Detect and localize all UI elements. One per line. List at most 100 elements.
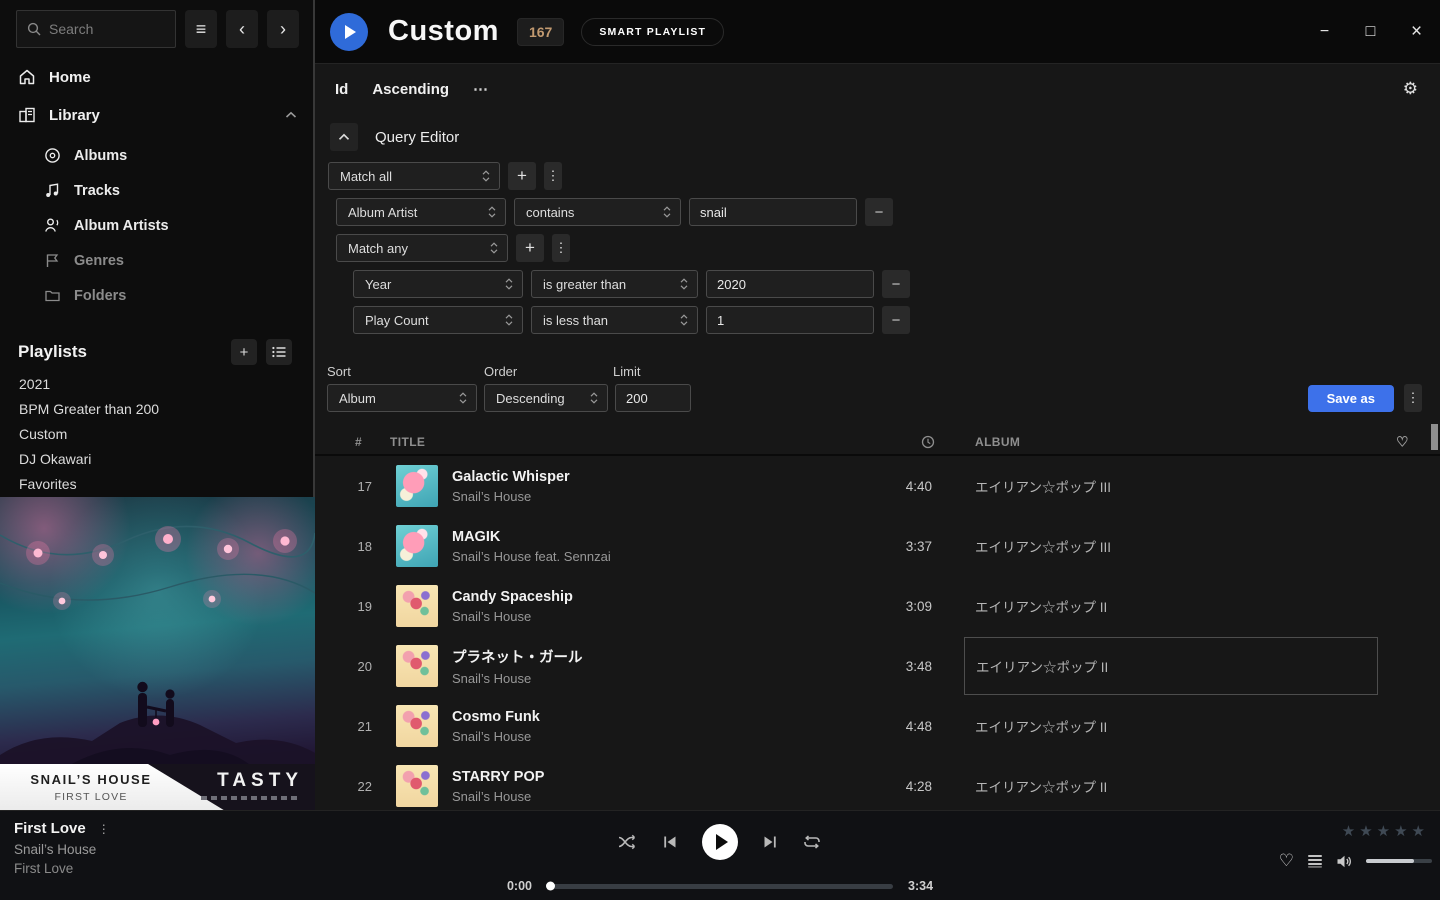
rule-value-input[interactable] xyxy=(689,198,857,226)
play-icon xyxy=(345,25,356,39)
playlist-list-button[interactable] xyxy=(266,339,292,365)
playlist-item-2021[interactable]: 2021 xyxy=(0,371,315,396)
track-album-cell[interactable]: エイリアン☆ポップ II xyxy=(964,576,1378,636)
rule-value-input[interactable] xyxy=(706,270,874,298)
play-pause-button[interactable] xyxy=(702,824,738,860)
track-duration: 4:40 xyxy=(882,479,932,494)
cover-label-sub-decoration xyxy=(201,796,301,800)
chevron-right-icon: › xyxy=(280,19,286,40)
table-row[interactable]: 18 MAGIK Snail’s House feat. Sennzai 3:3… xyxy=(315,516,1440,576)
match-mode-select[interactable]: Match all xyxy=(328,162,500,190)
shuffle-icon[interactable] xyxy=(618,834,638,850)
star-icon[interactable]: ★ xyxy=(1342,822,1355,840)
forward-button[interactable]: › xyxy=(267,10,299,48)
rule-operator-select[interactable]: is greater than xyxy=(531,270,698,298)
column-header-title[interactable]: TITLE xyxy=(390,435,425,449)
plus-icon: + xyxy=(240,344,249,361)
sidebar-item-tracks[interactable]: Tracks xyxy=(44,173,315,208)
column-header-number[interactable]: # xyxy=(355,435,362,449)
select-value: Match all xyxy=(340,169,392,184)
sidebar-item-library[interactable]: Library xyxy=(0,96,315,134)
close-button[interactable]: × xyxy=(1407,21,1426,43)
table-row[interactable]: 17 Galactic Whisper Snail’s House 4:40 エ… xyxy=(315,456,1440,516)
star-icon[interactable]: ★ xyxy=(1377,822,1390,840)
save-menu-button[interactable]: ⋮ xyxy=(1404,384,1422,412)
table-row[interactable]: 21 Cosmo Funk Snail’s House 4:48 エイリアン☆ポ… xyxy=(315,696,1440,756)
order-select[interactable]: Descending xyxy=(484,384,608,412)
volume-icon[interactable] xyxy=(1336,854,1353,869)
table-row[interactable]: 22 STARRY POP Snail’s House 4:28 エイリアン☆ポ… xyxy=(315,756,1440,810)
track-album-cell[interactable]: エイリアン☆ポップ III xyxy=(964,456,1378,516)
save-as-button[interactable]: Save as xyxy=(1308,385,1394,412)
playlist-item-favorites[interactable]: Favorites xyxy=(0,471,315,496)
kebab-icon: ⋮ xyxy=(547,168,560,184)
rule-field-select[interactable]: Album Artist xyxy=(336,198,506,226)
collapse-chevron-icon[interactable] xyxy=(285,111,297,119)
back-button[interactable]: ‹ xyxy=(226,10,258,48)
play-playlist-button[interactable] xyxy=(330,13,368,51)
table-row[interactable]: 19 Candy Spaceship Snail’s House 3:09 エイ… xyxy=(315,576,1440,636)
duration-clock-icon[interactable] xyxy=(921,435,935,449)
rule-operator-select[interactable]: is less than xyxy=(531,306,698,334)
rule-value-input[interactable] xyxy=(706,306,874,334)
sort-select[interactable]: Album xyxy=(327,384,477,412)
sidebar-item-folders[interactable]: Folders xyxy=(44,278,315,313)
now-playing-album[interactable]: First Love xyxy=(14,861,110,876)
rule-field-select[interactable]: Play Count xyxy=(353,306,523,334)
track-album-cell-selected[interactable]: エイリアン☆ポップ II xyxy=(964,637,1378,695)
now-playing-artist[interactable]: Snail’s House xyxy=(14,842,110,857)
settings-gear-icon[interactable]: ⚙ xyxy=(1403,79,1418,99)
track-album-cell[interactable]: エイリアン☆ポップ III xyxy=(964,516,1378,576)
scrollbar-thumb[interactable] xyxy=(1431,424,1438,450)
seek-bar[interactable] xyxy=(547,884,893,889)
star-icon[interactable]: ★ xyxy=(1412,822,1425,840)
add-playlist-button[interactable]: + xyxy=(231,339,257,365)
rule-operator-select[interactable]: contains xyxy=(514,198,681,226)
rating-stars[interactable]: ★ ★ ★ ★ ★ xyxy=(1342,822,1425,840)
track-album-cell[interactable]: エイリアン☆ポップ II xyxy=(964,696,1378,756)
sidebar-item-genres[interactable]: Genres xyxy=(44,243,315,278)
playlist-item-custom[interactable]: Custom xyxy=(0,421,315,446)
track-duration: 4:48 xyxy=(882,719,932,734)
queue-icon[interactable] xyxy=(1307,854,1323,868)
sort-field-button[interactable]: Id xyxy=(335,81,348,98)
favorite-heart-icon[interactable]: ♡ xyxy=(1279,851,1294,871)
search-box[interactable] xyxy=(16,10,176,48)
track-number: 20 xyxy=(315,659,372,674)
remove-rule-button[interactable]: − xyxy=(882,306,910,334)
star-icon[interactable]: ★ xyxy=(1394,822,1407,840)
add-rule-button[interactable]: + xyxy=(508,162,536,190)
more-options-icon[interactable]: ⋯ xyxy=(473,80,488,98)
playlist-item-dj-okawari[interactable]: DJ Okawari xyxy=(0,446,315,471)
limit-input[interactable] xyxy=(615,384,691,412)
select-spinner-icon xyxy=(663,205,671,219)
sidebar-item-albums[interactable]: Albums xyxy=(44,138,315,173)
search-input[interactable] xyxy=(49,21,159,37)
now-playing-menu-icon[interactable]: ⋮ xyxy=(98,822,110,836)
next-track-icon[interactable] xyxy=(762,834,778,850)
volume-slider[interactable] xyxy=(1366,859,1432,863)
sort-direction-button[interactable]: Ascending xyxy=(372,81,449,98)
group-menu-button[interactable]: ⋮ xyxy=(552,234,570,262)
sidebar-item-home[interactable]: Home xyxy=(0,58,315,96)
menu-button[interactable]: ≡ xyxy=(185,10,217,48)
minimize-button[interactable]: − xyxy=(1315,23,1334,41)
add-rule-button[interactable]: + xyxy=(516,234,544,262)
table-row[interactable]: 20 プラネット・ガール Snail’s House 3:48 エイリアン☆ポッ… xyxy=(315,636,1440,696)
remove-rule-button[interactable]: − xyxy=(882,270,910,298)
previous-track-icon[interactable] xyxy=(662,834,678,850)
group-menu-button[interactable]: ⋮ xyxy=(544,162,562,190)
collapse-query-editor-button[interactable] xyxy=(330,123,358,151)
sidebar-item-album-artists[interactable]: Album Artists xyxy=(44,208,315,243)
star-icon[interactable]: ★ xyxy=(1359,822,1372,840)
track-album-cell[interactable]: エイリアン☆ポップ II xyxy=(964,756,1378,810)
match-mode-select[interactable]: Match any xyxy=(336,234,508,262)
rule-field-select[interactable]: Year xyxy=(353,270,523,298)
maximize-button[interactable]: □ xyxy=(1361,23,1380,41)
repeat-icon[interactable] xyxy=(802,834,822,850)
seek-knob[interactable] xyxy=(546,882,555,891)
playlist-item-bpm[interactable]: BPM Greater than 200 xyxy=(0,396,315,421)
remove-rule-button[interactable]: − xyxy=(865,198,893,226)
favorite-heart-icon[interactable]: ♡ xyxy=(1396,433,1409,450)
column-header-album[interactable]: ALBUM xyxy=(975,435,1020,449)
